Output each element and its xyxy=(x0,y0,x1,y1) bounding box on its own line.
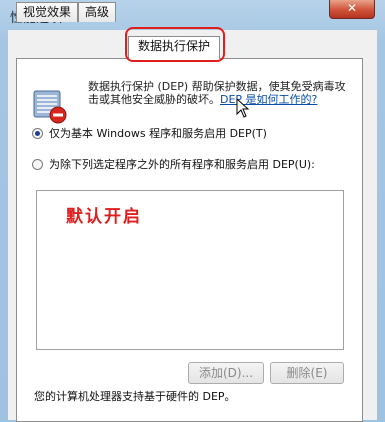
dep-description: 数据执行保护 (DEP) 帮助保护数据，使其免受病毒攻击或其他安全威胁的破坏。D… xyxy=(88,80,356,106)
mouse-cursor-icon xyxy=(236,98,250,118)
hardware-dep-status: 您的计算机处理器支持基于硬件的 DEP。 xyxy=(34,390,236,403)
option-all-programs-except[interactable]: 为除下列选定程序之外的所有程序和服务启用 DEP(U): xyxy=(32,156,315,172)
close-icon: ✕ xyxy=(346,1,358,15)
add-button-label: 添加(D)... xyxy=(198,366,254,380)
highlight-circle xyxy=(125,27,225,62)
tab-label: 高级 xyxy=(84,5,109,19)
tab-advanced[interactable]: 高级 xyxy=(78,2,116,22)
remove-button-label: 删除(E) xyxy=(286,366,328,380)
radio-all-programs-except[interactable] xyxy=(32,158,43,170)
add-button[interactable]: 添加(D)... xyxy=(188,362,264,384)
option-label: 仅为基本 Windows 程序和服务启用 DEP(T) xyxy=(49,127,267,140)
close-button[interactable]: ✕ xyxy=(329,0,375,19)
annotation-default-on: 默认开启 xyxy=(66,207,142,227)
tab-visual-effects[interactable]: 视觉效果 xyxy=(16,2,78,22)
option-essential-programs[interactable]: 仅为基本 Windows 程序和服务启用 DEP(T) xyxy=(32,125,267,141)
remove-button[interactable]: 删除(E) xyxy=(270,362,344,384)
radio-essential-programs[interactable] xyxy=(32,127,43,139)
tab-label: 视觉效果 xyxy=(22,5,71,19)
dep-help-link[interactable]: DEP 是如何工作的? xyxy=(220,93,317,106)
dep-shield-icon xyxy=(33,90,67,124)
option-label: 为除下列选定程序之外的所有程序和服务启用 DEP(U): xyxy=(49,158,315,171)
